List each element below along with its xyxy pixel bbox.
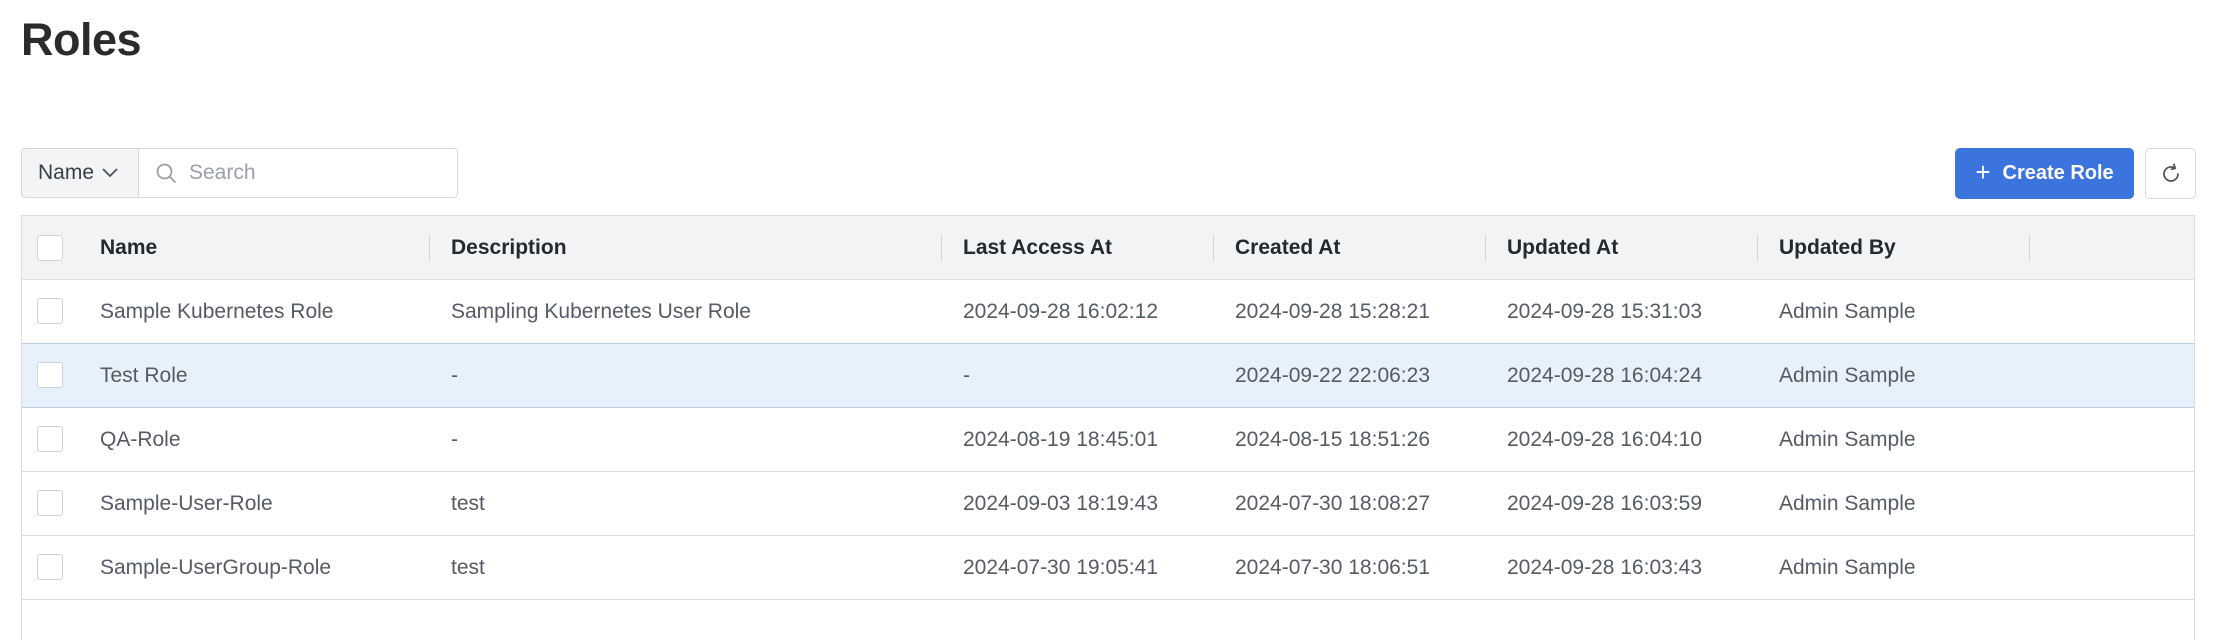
row-checkbox[interactable] <box>37 426 63 452</box>
created-at-cell: 2024-07-30 18:08:27 <box>1235 491 1430 515</box>
updated-by-cell: Admin Sample <box>1779 491 1916 515</box>
chevron-down-icon <box>102 168 118 178</box>
search-group: Name <box>21 148 458 198</box>
row-checkbox[interactable] <box>37 298 63 324</box>
updated-at-cell: 2024-09-28 16:04:10 <box>1507 427 1702 451</box>
search-field-select[interactable]: Name <box>22 149 139 197</box>
row-checkbox[interactable] <box>37 362 63 388</box>
roles-table: Name Description Last Access At Created … <box>21 215 2195 640</box>
last-access-at-cell: 2024-09-03 18:19:43 <box>963 491 1158 515</box>
row-checkbox[interactable] <box>37 554 63 580</box>
updated-at-cell: 2024-09-28 16:03:43 <box>1507 555 1702 579</box>
description-cell: Sampling Kubernetes User Role <box>451 299 751 323</box>
created-at-cell: 2024-09-28 15:28:21 <box>1235 299 1430 323</box>
role-name-cell[interactable]: QA-Role <box>100 408 181 471</box>
last-access-at-cell: 2024-09-28 16:02:12 <box>963 299 1158 323</box>
create-role-label: Create Role <box>2002 162 2114 184</box>
table-header: Name Description Last Access At Created … <box>22 216 2194 280</box>
search-box <box>139 149 457 197</box>
last-access-at-cell: 2024-08-19 18:45:01 <box>963 427 1158 451</box>
table-row[interactable]: Sample-UserGroup-Role test 2024-07-30 19… <box>22 536 2194 600</box>
column-divider[interactable] <box>1485 235 1486 261</box>
create-role-button[interactable]: + Create Role <box>1955 148 2134 199</box>
refresh-icon <box>2159 162 2183 186</box>
row-checkbox[interactable] <box>37 490 63 516</box>
description-cell: test <box>451 491 485 515</box>
roles-page: Roles Name + Create Role <box>0 0 2220 640</box>
column-divider[interactable] <box>2029 235 2030 261</box>
column-divider[interactable] <box>429 235 430 261</box>
role-name-cell[interactable]: Sample Kubernetes Role <box>100 280 333 343</box>
updated-at-cell: 2024-09-28 15:31:03 <box>1507 299 1702 323</box>
table-row[interactable]: Sample-User-Role test 2024-09-03 18:19:4… <box>22 472 2194 536</box>
refresh-button[interactable] <box>2145 148 2196 199</box>
select-all-checkbox[interactable] <box>37 235 63 261</box>
created-at-cell: 2024-07-30 18:06:51 <box>1235 555 1430 579</box>
table-row[interactable]: Sample Kubernetes Role Sampling Kubernet… <box>22 280 2194 344</box>
column-header-description[interactable]: Description <box>451 216 567 279</box>
description-cell: - <box>451 427 458 451</box>
created-at-cell: 2024-08-15 18:51:26 <box>1235 427 1430 451</box>
updated-at-cell: 2024-09-28 16:04:24 <box>1507 363 1702 387</box>
last-access-at-cell: 2024-07-30 19:05:41 <box>963 555 1158 579</box>
plus-icon: + <box>1975 157 1991 187</box>
updated-by-cell: Admin Sample <box>1779 555 1916 579</box>
page-title: Roles <box>21 14 142 65</box>
column-divider[interactable] <box>1213 235 1214 261</box>
column-header-updated-by[interactable]: Updated By <box>1779 216 1896 279</box>
search-input[interactable] <box>187 160 451 186</box>
updated-at-cell: 2024-09-28 16:03:59 <box>1507 491 1702 515</box>
updated-by-cell: Admin Sample <box>1779 363 1916 387</box>
column-header-updated-at[interactable]: Updated At <box>1507 216 1618 279</box>
search-field-label: Name <box>38 161 95 184</box>
role-name-cell[interactable]: Sample-User-Role <box>100 472 273 535</box>
description-cell: - <box>451 363 458 387</box>
description-cell: test <box>451 555 485 579</box>
column-header-created-at[interactable]: Created At <box>1235 216 1340 279</box>
column-header-name[interactable]: Name <box>100 216 157 279</box>
column-divider[interactable] <box>1757 235 1758 261</box>
updated-by-cell: Admin Sample <box>1779 427 1916 451</box>
column-divider[interactable] <box>941 235 942 261</box>
role-name-cell[interactable]: Test Role <box>100 344 188 407</box>
created-at-cell: 2024-09-22 22:06:23 <box>1235 363 1430 387</box>
role-name-cell[interactable]: Sample-UserGroup-Role <box>100 536 331 599</box>
search-icon <box>155 162 177 184</box>
table-row[interactable]: QA-Role - 2024-08-19 18:45:01 2024-08-15… <box>22 408 2194 472</box>
table-row[interactable]: Test Role - - 2024-09-22 22:06:23 2024-0… <box>22 344 2194 408</box>
last-access-at-cell: - <box>963 363 970 387</box>
updated-by-cell: Admin Sample <box>1779 299 1916 323</box>
column-header-last-access-at[interactable]: Last Access At <box>963 216 1112 279</box>
